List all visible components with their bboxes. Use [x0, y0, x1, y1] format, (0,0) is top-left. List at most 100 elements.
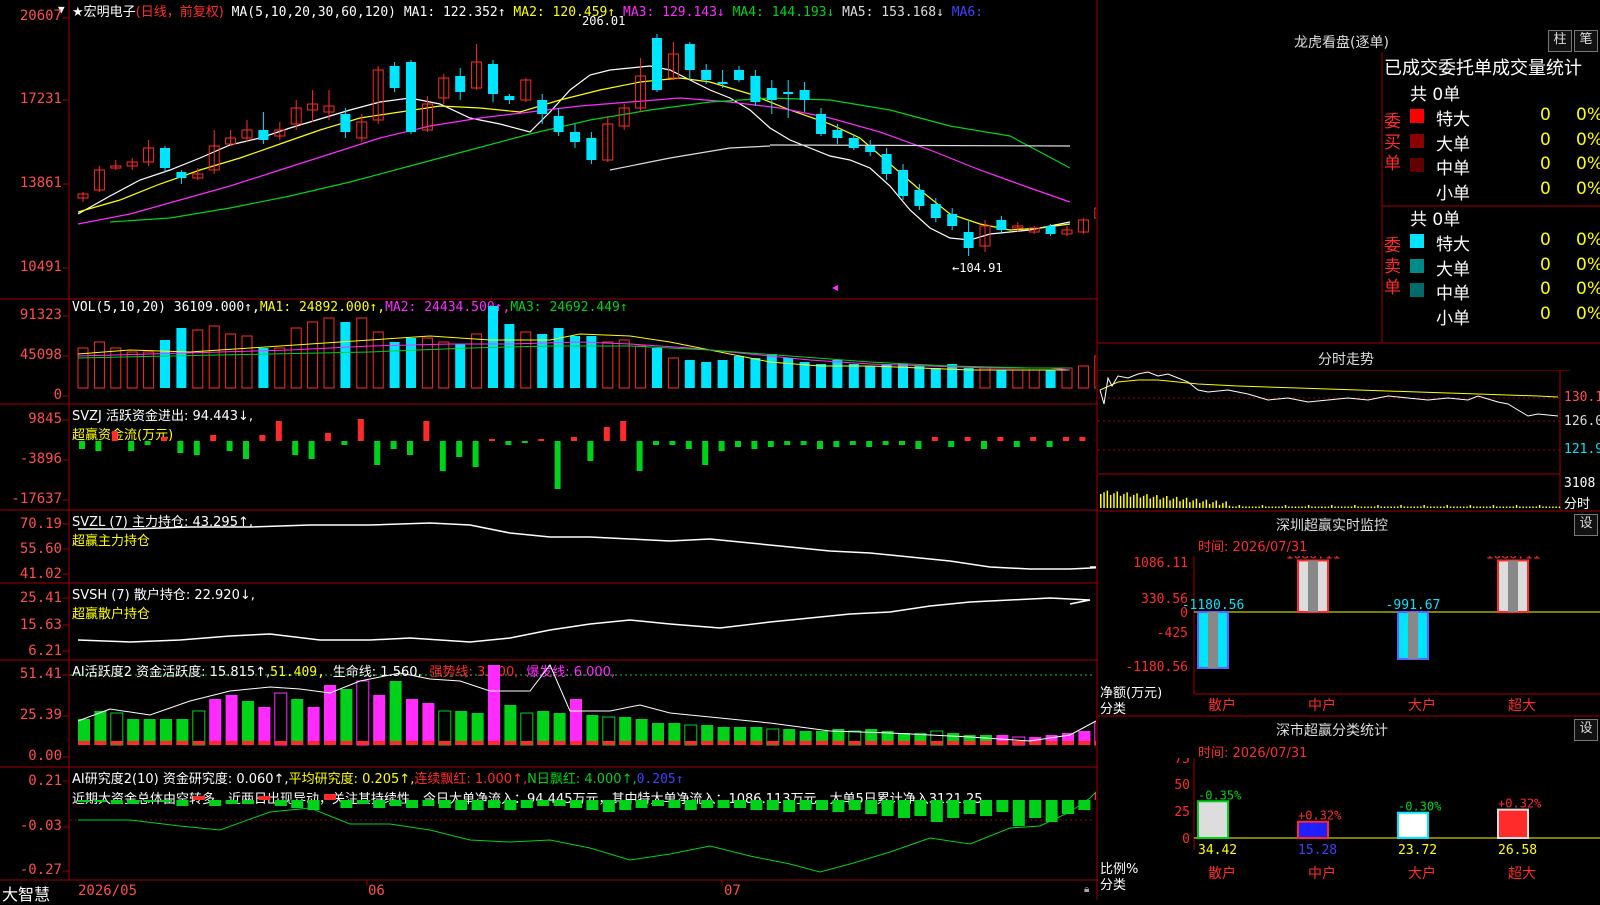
intraday-vol-bar — [1107, 491, 1109, 508]
intraday-vol-bar — [1301, 507, 1303, 509]
research-bar — [554, 800, 566, 806]
activity-base — [668, 741, 680, 745]
volume-bar — [144, 352, 154, 388]
brand-logo[interactable]: 大智慧 — [2, 881, 50, 905]
activity-base — [832, 741, 844, 745]
intraday-vol-bar — [1546, 507, 1548, 509]
stats-change: +0.32% — [1498, 797, 1542, 811]
activity-base — [964, 741, 976, 745]
volume-bar — [783, 358, 793, 388]
stats-bar — [1498, 810, 1528, 838]
arrow-mark: ↑ — [790, 661, 797, 662]
order-qty: 0 — [1540, 304, 1551, 324]
svzj-bar — [341, 441, 347, 445]
ma3-value: MA3: 129.143↓ — [623, 5, 725, 20]
research-bar — [931, 800, 943, 822]
kline-mode[interactable]: (日线，前复权) — [136, 5, 224, 20]
research-bar — [340, 800, 352, 808]
order-qty: 0 — [1540, 154, 1551, 174]
svzj-bar — [669, 441, 675, 445]
vol-chart[interactable] — [70, 300, 1096, 403]
intraday-vol-bar — [1113, 493, 1115, 508]
svzj-bar — [686, 441, 692, 449]
stats-chart[interactable]: 7550250-0.35%34.42散户+0.32%15.28中户-0.30%2… — [1098, 758, 1600, 900]
order-pct: 0% — [1576, 154, 1600, 174]
intraday-chart[interactable] — [1098, 370, 1570, 510]
intraday-vol-bar — [1400, 505, 1402, 508]
intraday-vol-bar — [1282, 507, 1284, 509]
activity-bar — [455, 711, 467, 745]
candle-body — [865, 146, 875, 152]
svzj-bar — [833, 441, 839, 447]
svzj-bar — [637, 441, 643, 471]
activity-base — [193, 741, 205, 745]
svzj-bar — [932, 437, 938, 441]
volume-bar — [668, 358, 678, 388]
research-bar — [619, 800, 631, 810]
research-bar — [258, 796, 270, 800]
candle-body — [1095, 208, 1096, 218]
ai-research-y-tick: 0.21 — [0, 773, 62, 789]
svzj-bar — [702, 441, 708, 465]
activity-base — [685, 741, 697, 745]
intraday-vol-bar — [1179, 501, 1181, 508]
intraday-vol-bar — [1440, 507, 1442, 509]
monitor-value: -991.67 — [1386, 598, 1441, 613]
bar-mode-button[interactable]: 柱 — [1548, 30, 1572, 52]
research-bar — [865, 800, 877, 814]
pen-mode-button[interactable]: 笔 — [1574, 30, 1598, 52]
volume-bar — [586, 336, 596, 388]
svzl-chart[interactable] — [70, 511, 1096, 582]
intraday-vol-bar — [1503, 507, 1505, 509]
order-type: 大单 — [1436, 255, 1470, 280]
candle-body — [340, 114, 350, 132]
intraday-vol-bar — [1285, 505, 1287, 508]
intraday-vol-bar — [1186, 498, 1188, 508]
activity-base — [488, 741, 500, 745]
vol-y-tick: 45098 — [0, 347, 62, 363]
intraday-vol-bar — [1183, 500, 1185, 509]
intraday-vol-bar — [1341, 507, 1343, 509]
research-bar — [980, 800, 992, 816]
svsh-chart[interactable] — [70, 584, 1096, 659]
intraday-vol-bar — [1493, 505, 1495, 508]
svzj-bar — [997, 437, 1003, 441]
activity-bar — [340, 689, 352, 745]
activity-base — [406, 741, 418, 745]
monitor-chart[interactable]: 1086.11330.560-425-1180.56-1180.56散户1086… — [1098, 556, 1600, 714]
svzj-bar — [719, 441, 725, 451]
volume-bar — [94, 342, 104, 388]
intraday-vol-bar — [1351, 507, 1353, 509]
activity-base — [1095, 741, 1096, 745]
kline-chart[interactable] — [70, 20, 1096, 298]
lock-icon[interactable]: 🔒︎ — [1084, 884, 1089, 895]
stock-name[interactable]: ★宏明电子 — [72, 5, 136, 20]
svzj-bar — [505, 441, 511, 445]
research-bar — [291, 800, 303, 808]
candle-body — [734, 70, 744, 80]
research-bar — [242, 800, 254, 804]
intraday-vol-bar — [1169, 500, 1171, 508]
activity-base — [111, 741, 123, 745]
ai-active-chart[interactable]: ↑↑ — [70, 661, 1096, 766]
stats-settings-button[interactable]: 设 — [1574, 719, 1598, 741]
activity-base — [619, 741, 631, 745]
svzj-bar — [112, 431, 118, 441]
activity-bar — [586, 715, 598, 745]
order-row: 大单00% — [1410, 130, 1600, 152]
monitor-y-tick: -425 — [1157, 626, 1188, 641]
intraday-vol-bar — [1453, 507, 1455, 509]
main-chart-area[interactable]: ★宏明电子(日线，前复权) MA(5,10,20,30,60,120) MA1:… — [0, 0, 1098, 900]
svzj-chart[interactable] — [70, 405, 1096, 509]
candle-body — [750, 76, 760, 102]
ai-research-chart[interactable] — [70, 768, 1096, 879]
x-axis-label: 2026/05 — [78, 883, 137, 899]
activity-bar — [291, 699, 303, 745]
intraday-vol-bar — [1390, 507, 1392, 509]
intraday-vol-bar — [1232, 507, 1234, 509]
ma-lines — [78, 66, 1070, 240]
research-bar — [947, 800, 959, 818]
intraday-vol-bar — [1433, 507, 1435, 509]
monitor-settings-button[interactable]: 设 — [1574, 514, 1598, 536]
intraday-vol-bar — [1143, 496, 1145, 508]
